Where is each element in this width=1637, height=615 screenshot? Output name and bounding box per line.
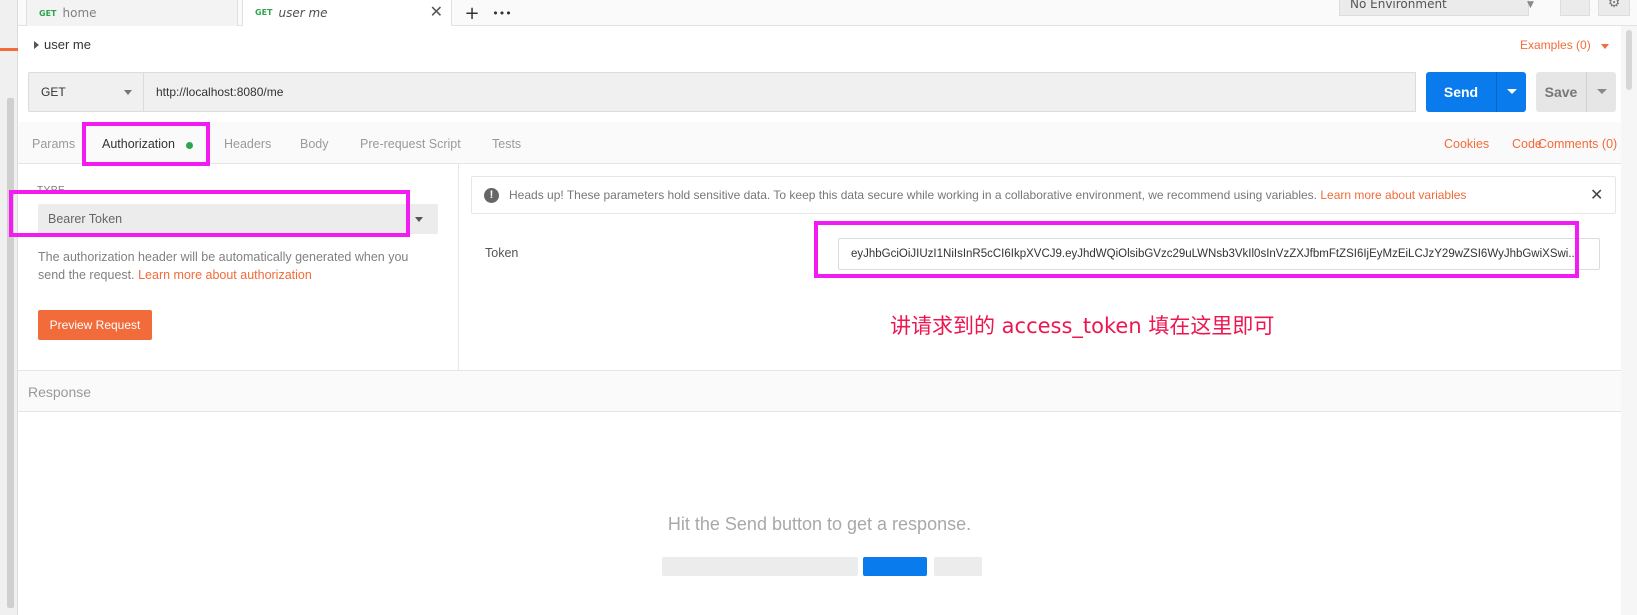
caret-right-icon[interactable] [34, 41, 39, 49]
send-button[interactable]: Send [1426, 72, 1496, 112]
close-icon[interactable]: ✕ [430, 2, 443, 21]
more-tabs-icon[interactable]: ••• [488, 0, 516, 26]
save-button[interactable]: Save [1536, 72, 1586, 112]
token-label: Token [485, 246, 519, 260]
save-options-button[interactable] [1586, 72, 1616, 112]
main-scrollbar[interactable] [1626, 30, 1632, 90]
empty-response-message: Hit the Send button to get a response. [667, 514, 972, 534]
learn-more-authorization-link[interactable]: Learn more about authorization [138, 268, 312, 282]
tab-tests[interactable]: Tests [492, 137, 521, 151]
chevron-down-icon: ▼ [1527, 0, 1534, 10]
comments-link[interactable]: Comments (0) [1538, 137, 1617, 151]
highlight-box-type-select [9, 190, 410, 237]
chevron-down-icon [124, 90, 132, 95]
placeholder-bar [863, 557, 927, 576]
send-options-button[interactable] [1496, 72, 1526, 112]
request-tabs: Params Authorization Headers Body Pre-re… [18, 122, 1621, 164]
tab-method-badge: GET [39, 8, 57, 18]
alert-message: Heads up! These parameters hold sensitiv… [509, 188, 1466, 202]
request-name-row: user me Examples (0) [18, 30, 1618, 62]
auth-description: The authorization header will be automat… [38, 248, 428, 284]
highlight-box-token-input [814, 221, 1579, 278]
chevron-down-icon [415, 217, 423, 222]
cookies-link[interactable]: Cookies [1444, 137, 1489, 151]
url-input[interactable]: http://localhost:8080/me [144, 72, 1416, 112]
environment-select[interactable]: No Environment [1339, 0, 1529, 16]
tab-home[interactable]: GET home [26, 0, 238, 26]
response-label: Response [28, 384, 92, 400]
method-label: GET [41, 85, 66, 99]
response-header: Response [18, 370, 1621, 412]
tab-params[interactable]: Params [32, 137, 75, 151]
placeholder-bar [662, 557, 858, 576]
tab-title: home [62, 6, 97, 20]
annotation-note: 讲请求到的 access_token 填在这里即可 [890, 314, 1275, 338]
chevron-down-icon[interactable] [1601, 44, 1609, 49]
preview-request-button[interactable]: Preview Request [38, 310, 152, 340]
sidebar-active-marker [0, 48, 18, 51]
tab-title: user me [278, 5, 328, 20]
new-tab-button[interactable]: + [458, 0, 486, 26]
examples-dropdown[interactable]: Examples (0) [1520, 38, 1591, 52]
tab-body[interactable]: Body [300, 137, 329, 151]
sidebar-scrollbar[interactable] [7, 98, 14, 608]
close-icon[interactable]: ✕ [1590, 185, 1603, 204]
alert-text: Heads up! These parameters hold sensitiv… [509, 188, 1317, 202]
gear-icon[interactable]: ⚙ [1598, 0, 1630, 16]
environment-label: No Environment [1350, 0, 1447, 11]
tab-method-badge: GET [255, 8, 273, 17]
sensitive-data-alert: ! Heads up! These parameters hold sensit… [471, 176, 1616, 214]
request-name[interactable]: user me [44, 37, 91, 52]
placeholder-bar [934, 557, 982, 576]
info-icon: ! [484, 188, 499, 203]
chevron-down-icon [1507, 89, 1517, 94]
tab-headers[interactable]: Headers [224, 137, 271, 151]
tab-pre-request-script[interactable]: Pre-request Script [360, 137, 461, 151]
method-select[interactable]: GET [28, 72, 144, 112]
main-scrollbar-track [1621, 26, 1637, 615]
learn-more-variables-link[interactable]: Learn more about variables [1320, 188, 1466, 202]
eye-icon[interactable] [1560, 0, 1590, 16]
highlight-box-authorization-tab [82, 122, 210, 166]
chevron-down-icon [1597, 89, 1607, 94]
tab-user-me[interactable]: GET user me ✕ [242, 0, 452, 26]
